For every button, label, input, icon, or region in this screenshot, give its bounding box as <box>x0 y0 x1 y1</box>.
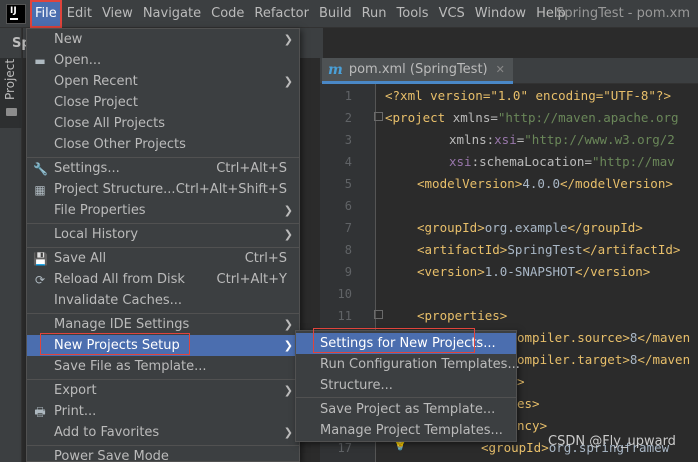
watermark: CSDN @Fly_upward <box>548 434 676 449</box>
code-line: ompiler.target>8</maven <box>517 352 691 367</box>
chevron-right-icon: ❯ <box>283 228 293 241</box>
folder-open-icon: ▬ <box>34 54 46 68</box>
chevron-right-icon: ❯ <box>283 384 293 397</box>
menu-bar: IJ File Edit View Navigate Code Refactor… <box>0 0 698 28</box>
menu-item-reload-from-disk[interactable]: ⟳ Reload All from Disk Ctrl+Alt+Y <box>27 269 299 290</box>
menu-item-power-save-mode[interactable]: Power Save Mode <box>27 446 299 462</box>
code-line: ncy> <box>517 418 548 433</box>
submenu-item-structure[interactable]: Structure... <box>296 375 516 396</box>
chevron-right-icon: ❯ <box>283 426 293 439</box>
menu-run[interactable]: Run <box>357 0 392 28</box>
line-number: 5 <box>344 177 352 191</box>
line-number: 9 <box>344 265 352 279</box>
submenu-item-run-configuration-templates[interactable]: Run Configuration Templates... <box>296 354 520 375</box>
menu-vcs[interactable]: VCS <box>434 0 470 28</box>
line-number: 7 <box>344 221 352 235</box>
line-number: 2 <box>344 111 352 125</box>
menu-item-close-other-projects[interactable]: Close Other Projects <box>27 134 299 155</box>
menu-item-print[interactable]: 🖶 Print... <box>27 401 299 422</box>
code-line: ompiler.source>8</maven <box>517 330 691 345</box>
project-structure-icon: ▦ <box>34 183 46 197</box>
menu-item-save-all[interactable]: 💾 Save All Ctrl+S <box>27 248 299 269</box>
menu-item-local-history[interactable]: Local History ❯ <box>27 224 299 245</box>
menu-navigate[interactable]: Navigate <box>138 0 206 28</box>
line-number: 8 <box>344 243 352 257</box>
editor-tab-bar: m pom.xml (SpringTest) ✕ <box>320 58 698 84</box>
printer-icon: 🖶 <box>34 405 46 419</box>
menu-item-new[interactable]: New ❯ <box>27 29 299 50</box>
menu-item-invalidate-caches[interactable]: Invalidate Caches... <box>27 290 299 311</box>
menu-separator <box>296 397 516 398</box>
menu-item-add-to-favorites[interactable]: Add to Favorites ❯ <box>27 422 299 443</box>
code-line: <artifactId>SpringTest</artifactId> <box>417 242 681 257</box>
submenu-item-settings-for-new-projects[interactable]: Settings for New Projects... <box>296 333 516 354</box>
line-number: 11 <box>337 309 352 323</box>
submenu-item-save-project-as-template[interactable]: Save Project as Template... <box>296 399 516 420</box>
new-projects-setup-submenu: Settings for New Projects... Run Configu… <box>295 330 520 442</box>
file-menu: New ❯ ▬ Open... Open Recent ❯ Close Project… <box>26 28 300 462</box>
menu-item-project-structure[interactable]: ▦ Project Structure... Ctrl+Alt+Shift+S <box>27 179 299 200</box>
code-line: <modelVersion>4.0.0</modelVersion> <box>417 176 673 191</box>
code-line: <?xml version="1.0" encoding="UTF-8"?> <box>385 88 671 103</box>
submenu-item-manage-project-templates[interactable]: Manage Project Templates... <box>296 420 516 441</box>
menu-view[interactable]: View <box>97 0 138 28</box>
menu-tools[interactable]: Tools <box>392 0 434 28</box>
code-line: es> <box>517 396 540 411</box>
menu-item-close-all-projects[interactable]: Close All Projects <box>27 113 299 134</box>
folder-icon <box>6 108 17 116</box>
code-line: xmlns:xsi="http://www.w3.org/2 <box>449 132 675 147</box>
menu-build[interactable]: Build <box>314 0 357 28</box>
menu-item-file-properties[interactable]: File Properties ❯ <box>27 200 299 221</box>
chevron-right-icon: ❯ <box>283 204 293 217</box>
code-line: <version>1.0-SNAPSHOT</version> <box>417 264 651 279</box>
menu-item-settings[interactable]: 🔧 Settings... Ctrl+Alt+S <box>27 158 299 179</box>
menu-item-save-file-as-template[interactable]: Save File as Template... <box>27 356 299 377</box>
wrench-icon: 🔧 <box>33 162 48 176</box>
chevron-right-icon: ❯ <box>283 339 293 352</box>
window-title: SpringTest - pom.xm <box>556 6 690 21</box>
menu-item-new-projects-setup[interactable]: New Projects Setup ❯ <box>27 335 299 356</box>
code-line: <properties> <box>417 308 508 323</box>
line-number: 3 <box>344 133 352 147</box>
intellij-logo-icon: IJ <box>6 4 26 24</box>
menu-item-export[interactable]: Export ❯ <box>27 380 299 401</box>
code-line: <groupId>org.example</groupId> <box>417 220 643 235</box>
menu-refactor[interactable]: Refactor <box>249 0 314 28</box>
chevron-right-icon: ❯ <box>283 33 293 46</box>
line-number: 1 <box>344 89 352 103</box>
chevron-right-icon: ❯ <box>283 318 293 331</box>
menu-item-open-recent[interactable]: Open Recent ❯ <box>27 71 299 92</box>
menu-window[interactable]: Window <box>470 0 531 28</box>
menu-item-open[interactable]: ▬ Open... <box>27 50 299 71</box>
menu-file[interactable]: File <box>30 0 62 28</box>
close-icon[interactable]: ✕ <box>496 63 505 76</box>
line-number: 6 <box>344 199 352 213</box>
menu-edit[interactable]: Edit <box>62 0 97 28</box>
code-line: xsi:schemaLocation="http://mav <box>449 154 675 169</box>
chevron-right-icon: ❯ <box>283 75 293 88</box>
menu-items: File Edit View Navigate Code Refactor Bu… <box>30 0 571 28</box>
reload-icon: ⟳ <box>34 273 46 287</box>
menu-code[interactable]: Code <box>206 0 249 28</box>
project-tab-label: Project <box>3 58 17 100</box>
menu-item-manage-ide-settings[interactable]: Manage IDE Settings ❯ <box>27 314 299 335</box>
menu-item-close-project[interactable]: Close Project <box>27 92 299 113</box>
line-number: 4 <box>344 155 352 169</box>
code-line: <project xmlns="http://maven.apache.org <box>385 110 679 125</box>
line-number: 10 <box>337 287 352 301</box>
maven-file-icon: m <box>328 61 343 78</box>
save-icon: 💾 <box>33 252 48 266</box>
editor-tab-label: pom.xml (SpringTest) <box>348 62 488 77</box>
editor-tab-pom[interactable]: m pom.xml (SpringTest) ✕ <box>322 58 513 84</box>
